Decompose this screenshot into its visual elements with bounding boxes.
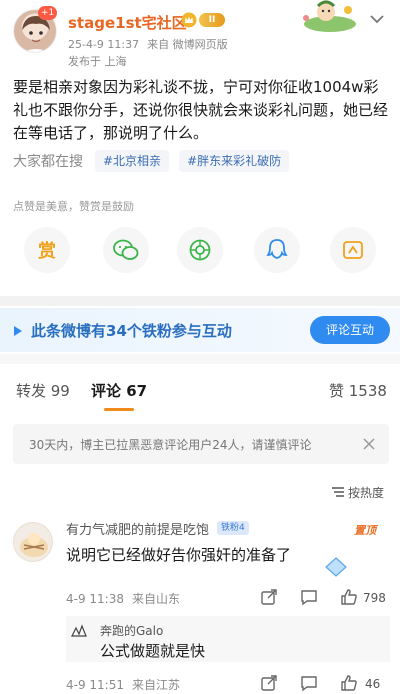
- reply-author[interactable]: 奔跑的Galo: [100, 622, 163, 639]
- section-divider-2: [0, 354, 400, 364]
- post-source: 来自 微博网页版: [147, 38, 228, 51]
- tab-repost[interactable]: 转发 99: [16, 380, 70, 401]
- qzone-icon: [343, 241, 363, 259]
- like-count-2: 46: [365, 677, 381, 691]
- reply-comment-icon[interactable]: [300, 588, 318, 606]
- moments-button[interactable]: [177, 227, 223, 273]
- share-comment-icon[interactable]: [260, 588, 278, 606]
- interaction-tabs: 转发 99 评论 67 赞 1538: [0, 376, 400, 414]
- username[interactable]: stage1st宅社区: [68, 12, 187, 33]
- trend-tag-pangdonglai[interactable]: #胖东来彩礼破防: [179, 150, 290, 172]
- comment-meta: 4-9 11:38 来自山东: [66, 590, 180, 607]
- post-header: +1 stage1st宅社区 II 25-4-9 11:37 来自 微博网页版 发…: [0, 0, 400, 72]
- reply-text: 公式做题就是快: [100, 642, 206, 660]
- reply-preview[interactable]: 奔跑的Galo 公式做题就是快: [66, 616, 390, 662]
- level-badge: II: [199, 13, 225, 27]
- comment-interact-button[interactable]: 评论互动: [310, 316, 390, 344]
- chevron-down-icon[interactable]: [368, 12, 386, 26]
- reply-comment-icon-2[interactable]: [300, 674, 318, 692]
- comment-item: 有力气减肥的前提是吃饱 铁粉4 置顶 说明它已经做好告你强奸的准备了 4-9 1…: [0, 514, 400, 614]
- post-time: 25-4-9 11:37: [68, 38, 140, 51]
- share-comment-icon-2[interactable]: [260, 674, 278, 692]
- tab-comment[interactable]: 评论 67: [91, 380, 147, 401]
- share-row: 赏: [0, 227, 400, 277]
- trending-row: 大家都在搜 #北京相亲 #胖东来彩礼破防: [13, 149, 299, 173]
- post-meta: 25-4-9 11:37 来自 微博网页版: [68, 36, 228, 52]
- sort-row: 按热度: [0, 482, 400, 502]
- mascot-decoration-icon: [303, 0, 356, 32]
- fan-play-icon: [14, 326, 22, 336]
- post-text: 要是相亲对象因为彩礼谈不拢，宁可对你征收1004w彩礼也不跟你分手，还说你很快就…: [13, 78, 389, 142]
- active-tab-indicator: [104, 408, 134, 411]
- commenter-avatar[interactable]: [13, 522, 53, 562]
- pinned-badge: 置顶: [354, 524, 376, 537]
- trending-label: 大家都在搜: [13, 154, 83, 170]
- wechat-button[interactable]: [103, 227, 149, 273]
- comment-meta-2: 4-9 11:51 来自江苏: [66, 676, 180, 693]
- wechat-icon: [113, 239, 139, 260]
- reply-avatar-icon: [71, 624, 87, 637]
- qzone-button[interactable]: [330, 227, 376, 273]
- moments-icon: [189, 239, 211, 261]
- fan-banner: 此条微博有34个铁粉参与互动 评论互动: [0, 308, 400, 352]
- commenter-name[interactable]: 有力气减肥的前提是吃饱: [66, 519, 209, 538]
- sort-by-heat[interactable]: 按热度: [348, 484, 384, 501]
- tab-like[interactable]: 赞 1538: [329, 380, 387, 401]
- reward-icon: 赏: [38, 241, 56, 262]
- trend-tag-beijing[interactable]: #北京相亲: [95, 150, 170, 172]
- fan-banner-text: 此条微博有34个铁粉参与互动: [31, 322, 232, 340]
- notice-text: 30天内，博主已拉黑恶意评论用户24人，请谨慎评论: [29, 438, 312, 452]
- like-icon-2[interactable]: [340, 674, 358, 692]
- section-divider: [0, 296, 400, 306]
- sort-icon: [332, 487, 344, 497]
- reward-hint: 点赞是美意，赞赏是鼓励: [13, 200, 134, 213]
- post-location: 发布于 上海: [68, 55, 127, 68]
- comment-time-2: 4-9 11:51: [66, 678, 124, 692]
- fan-level-badge: 铁粉4: [217, 521, 249, 535]
- comment-time: 4-9 11:38: [66, 592, 124, 606]
- crown-icon: [181, 12, 197, 28]
- moderation-notice: 30天内，博主已拉黑恶意评论用户24人，请谨慎评论: [13, 424, 389, 464]
- reward-button[interactable]: 赏: [24, 227, 70, 273]
- diamond-sticker-icon: [325, 557, 347, 577]
- qq-icon: [266, 239, 288, 259]
- avatar-badge: +1: [38, 6, 58, 20]
- like-icon[interactable]: [340, 588, 358, 606]
- qq-button[interactable]: [254, 227, 300, 273]
- like-count: 798: [363, 591, 386, 605]
- comment-text: 说明它已经做好告你强奸的准备了: [66, 546, 292, 564]
- comment-location: 来自山东: [132, 592, 181, 606]
- comment-location-2: 来自江苏: [132, 678, 181, 692]
- close-icon[interactable]: [363, 438, 375, 450]
